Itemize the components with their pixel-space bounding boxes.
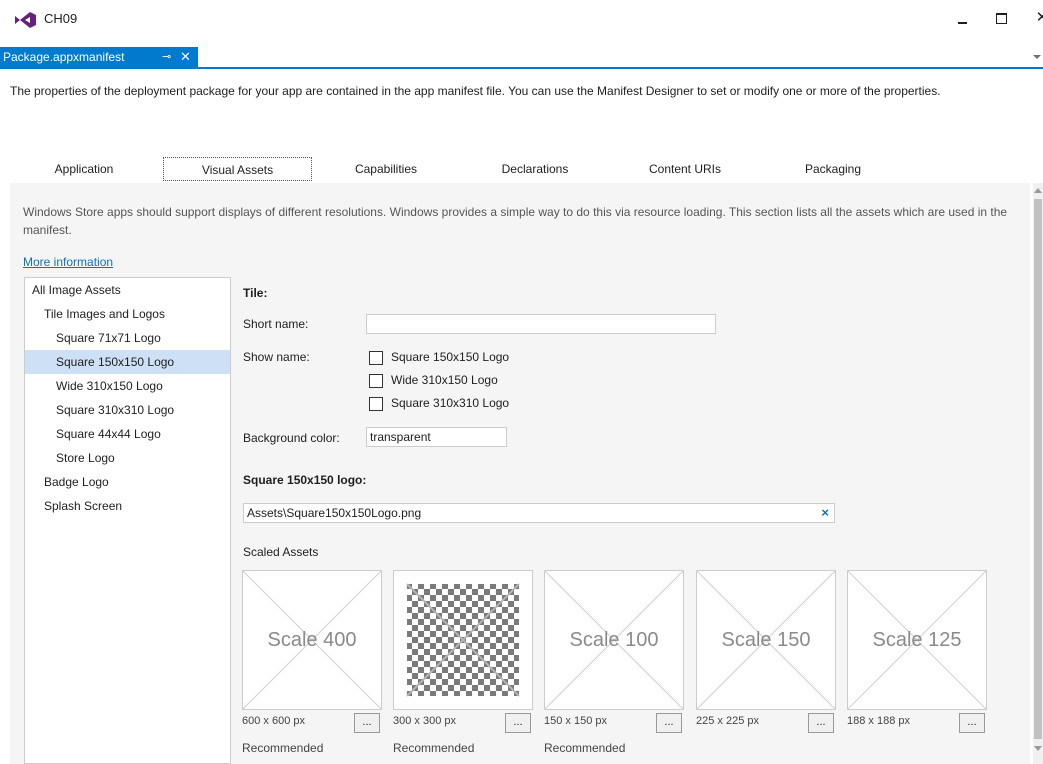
document-tab-strip: Package.appxmanifest ⊸ ✕ [0, 47, 1043, 69]
asset-image[interactable] [393, 570, 533, 710]
close-tab-icon[interactable]: ✕ [180, 47, 191, 67]
checkbox-label: Square 150x150 Logo [391, 350, 510, 364]
scroll-up-icon[interactable] [1034, 188, 1042, 193]
asset-placeholder-image[interactable]: Scale 400 [242, 570, 382, 710]
visual-studio-logo-icon [15, 12, 36, 28]
tree-item-all-image-assets[interactable]: All Image Assets [25, 278, 230, 302]
browse-button[interactable]: ... [959, 713, 985, 733]
scaled-asset-scale-400: Scale 400 600 x 600 px ... Recommended [242, 570, 382, 764]
asset-placeholder-image[interactable]: Scale 150 [696, 570, 836, 710]
asset-size-label: 300 x 300 px [393, 715, 456, 727]
asset-size-label: 225 x 225 px [696, 715, 759, 727]
recommended-label: Recommended [242, 741, 324, 755]
asset-tree: All Image Assets Tile Images and Logos S… [24, 277, 231, 764]
visual-assets-panel: Windows Store apps should support displa… [10, 183, 1030, 764]
tab-content-uris[interactable]: Content URIs [610, 156, 760, 183]
tab-application[interactable]: Application [10, 156, 158, 183]
tab-packaging[interactable]: Packaging [760, 156, 906, 183]
scroll-down-icon[interactable] [1034, 746, 1042, 751]
browse-button[interactable]: ... [354, 713, 380, 733]
panel-description: Windows Store apps should support displa… [23, 205, 1008, 237]
asset-size-label: 150 x 150 px [544, 715, 607, 727]
square-150-logo-heading: Square 150x150 logo: [243, 473, 367, 487]
show-name-label: Show name: [243, 350, 310, 364]
tree-item-square-71x71-logo[interactable]: Square 71x71 Logo [25, 326, 230, 350]
scaled-assets-heading: Scaled Assets [243, 545, 319, 559]
tab-overflow-icon[interactable] [1033, 55, 1041, 59]
title-bar: CH09 ✕ [0, 0, 1043, 38]
tree-item-badge-logo[interactable]: Badge Logo [25, 470, 230, 494]
vertical-scrollbar[interactable] [1033, 183, 1043, 764]
scale-placeholder-text: Scale 150 [721, 629, 811, 651]
browse-button[interactable]: ... [808, 713, 834, 733]
scaled-asset-scale-100: Scale 100 150 x 150 px ... Recommended [544, 570, 684, 764]
scaled-asset-scale-125: Scale 125 188 x 188 px ... [847, 570, 987, 764]
background-color-input[interactable]: transparent [366, 427, 507, 447]
logo-path-text: Assets\Square150x150Logo.png [247, 506, 422, 520]
pin-icon[interactable]: ⊸ [162, 47, 171, 67]
scroll-thumb[interactable] [1034, 199, 1042, 739]
show-name-square-150-checkbox[interactable]: Square 150x150 Logo [369, 349, 569, 367]
short-name-label: Short name: [243, 317, 309, 331]
browse-button[interactable]: ... [505, 713, 531, 733]
show-name-wide-310-checkbox[interactable]: Wide 310x150 Logo [369, 372, 569, 390]
tree-item-splash-screen[interactable]: Splash Screen [25, 494, 230, 518]
tab-capabilities[interactable]: Capabilities [312, 156, 460, 183]
background-color-label: Background color: [243, 431, 340, 445]
scale-placeholder-text: Scale 125 [872, 629, 962, 651]
show-name-square-310-checkbox[interactable]: Square 310x310 Logo [369, 395, 569, 413]
more-information-link[interactable]: More information [23, 255, 113, 269]
checkerboard-image [406, 583, 520, 697]
tile-heading: Tile: [243, 286, 268, 300]
short-name-input[interactable] [366, 314, 716, 334]
tab-package-appxmanifest[interactable]: Package.appxmanifest ⊸ ✕ [0, 47, 198, 69]
asset-placeholder-image[interactable]: Scale 125 [847, 570, 987, 710]
tab-declarations[interactable]: Declarations [460, 156, 610, 183]
tree-item-square-150x150-logo[interactable]: Square 150x150 Logo [25, 350, 230, 374]
recommended-label: Recommended [393, 741, 475, 755]
checkbox-box[interactable] [369, 397, 383, 411]
tree-item-tile-images-and-logos[interactable]: Tile Images and Logos [25, 302, 230, 326]
asset-size-label: 600 x 600 px [242, 715, 305, 727]
manifest-section-tabs: Application Visual Assets Capabilities D… [10, 156, 906, 183]
scale-placeholder-text: Scale 400 [267, 629, 357, 651]
manifest-description: The properties of the deployment package… [10, 84, 941, 98]
maximize-button[interactable] [989, 8, 1013, 28]
clear-path-icon[interactable]: × [821, 504, 829, 522]
tab-visual-assets[interactable]: Visual Assets [163, 157, 312, 181]
visual-studio-window: CH09 ✕ Package.appxmanifest ⊸ ✕ The prop… [0, 0, 1043, 764]
logo-path-input[interactable]: Assets\Square150x150Logo.png × [243, 503, 835, 523]
tree-item-square-44x44-logo[interactable]: Square 44x44 Logo [25, 422, 230, 446]
tree-item-store-logo[interactable]: Store Logo [25, 446, 230, 470]
browse-button[interactable]: ... [656, 713, 682, 733]
close-window-button[interactable]: ✕ [1030, 8, 1043, 28]
tree-item-square-310x310-logo[interactable]: Square 310x310 Logo [25, 398, 230, 422]
asset-size-label: 188 x 188 px [847, 715, 910, 727]
checkbox-label: Square 310x310 Logo [391, 396, 510, 410]
scaled-asset-scale-200: 300 x 300 px ... Recommended [393, 570, 533, 764]
tree-item-wide-310x150-logo[interactable]: Wide 310x150 Logo [25, 374, 230, 398]
scale-placeholder-text: Scale 100 [569, 629, 659, 651]
window-title: CH09 [44, 11, 78, 26]
scaled-asset-scale-150: Scale 150 225 x 225 px ... [696, 570, 836, 764]
asset-placeholder-image[interactable]: Scale 100 [544, 570, 684, 710]
recommended-label: Recommended [544, 741, 626, 755]
checkbox-label: Wide 310x150 Logo [391, 373, 498, 387]
minimize-button[interactable] [951, 8, 975, 28]
checkbox-box[interactable] [369, 351, 383, 365]
checkbox-box[interactable] [369, 374, 383, 388]
doc-tab-label: Package.appxmanifest [3, 50, 125, 64]
